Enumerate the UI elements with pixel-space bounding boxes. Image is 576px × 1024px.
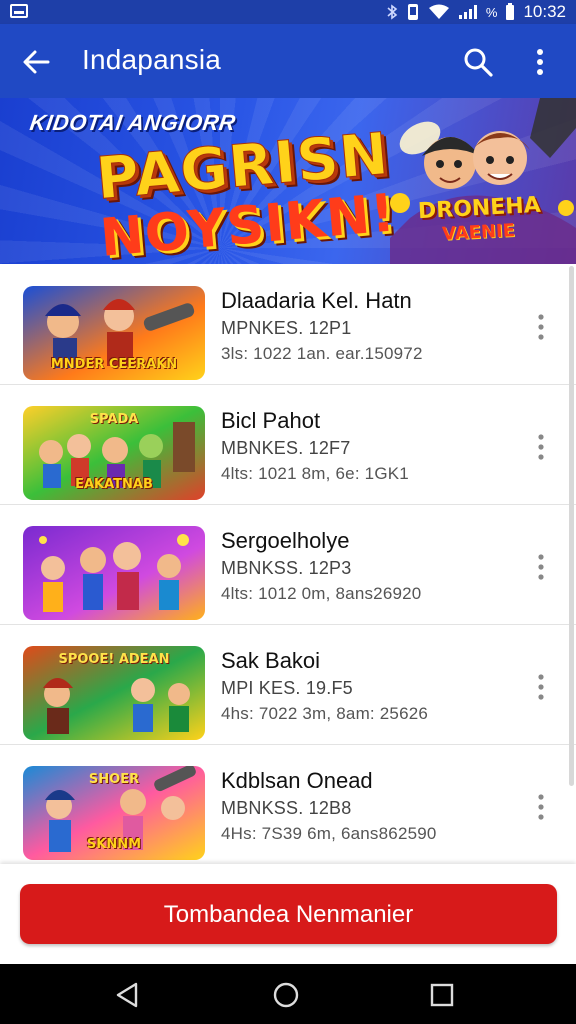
game-thumbnail[interactable]: MNDER CEERAKN xyxy=(23,286,205,380)
arrow-left-icon[interactable] xyxy=(20,46,52,78)
game-meta-line2: 4lts: 1012 0m, 8ans26920 xyxy=(221,584,422,603)
list-item[interactable]: SPOOE! ADEAN Sak Bakoi MPI KES. 19.F5 4h… xyxy=(0,624,576,745)
app-bar: Indapansia xyxy=(0,24,576,98)
game-meta-line2: 3ls: 1022 1an. ear.150972 xyxy=(221,344,423,363)
banner-badge-line1: DRONEHA xyxy=(417,192,542,225)
game-meta-line1: MBNKSS. 12P3 xyxy=(221,558,352,578)
clock: 10:32 xyxy=(523,2,566,21)
notification-icon xyxy=(10,4,28,18)
game-meta-line2: 4hs: 7022 3m, 8am: 25626 xyxy=(221,704,429,723)
thumbnail-caption-top: SPOOE! ADEAN xyxy=(58,652,170,667)
thumbnail-caption-top: SPADA xyxy=(89,412,139,427)
game-meta-line1: MBNKSS. 12B8 xyxy=(221,798,352,818)
thumbnail-caption: SKNNM xyxy=(86,837,142,852)
more-vertical-icon[interactable] xyxy=(530,672,552,702)
status-icons: % 10:32 xyxy=(386,2,566,22)
game-thumbnail[interactable]: SPOOE! ADEAN xyxy=(23,646,205,740)
game-meta-line2: 4lts: 1021 8m, 6e: 1GK1 xyxy=(221,464,409,483)
recents-square-icon[interactable] xyxy=(425,978,459,1012)
list-item[interactable]: SHOER SKNNM Kdblsan Onead MBNKSS. 12B8 4… xyxy=(0,744,576,864)
game-title: Sak Bakoi xyxy=(221,648,321,673)
bluetooth-icon xyxy=(387,4,398,20)
search-icon[interactable] xyxy=(462,46,494,78)
signal-icon xyxy=(458,5,477,19)
game-title: Dlaadaria Kel. Hatn xyxy=(221,288,412,313)
back-triangle-icon[interactable] xyxy=(110,978,144,1012)
game-thumbnail[interactable]: SPADA EAKATNAB xyxy=(23,406,205,500)
page-title: Indapansia xyxy=(82,44,222,75)
more-vertical-icon[interactable] xyxy=(530,432,552,462)
battery-icon xyxy=(506,3,515,20)
scrollbar[interactable] xyxy=(569,266,574,786)
status-bar: % 10:32 xyxy=(0,0,576,24)
more-vertical-icon[interactable] xyxy=(530,46,550,78)
more-vertical-icon[interactable] xyxy=(530,312,552,342)
home-circle-icon[interactable] xyxy=(269,978,303,1012)
primary-action-button[interactable]: Tombandea Nenmanier xyxy=(20,884,557,944)
more-vertical-icon[interactable] xyxy=(530,552,552,582)
game-meta-line1: MBNKES. 12F7 xyxy=(221,438,351,458)
battery-text: % xyxy=(485,4,498,20)
game-title: Kdblsan Onead xyxy=(221,768,373,793)
vibrate-icon xyxy=(407,4,418,20)
thumbnail-caption-top: SHOER xyxy=(88,772,140,787)
thumbnail-art xyxy=(23,526,205,620)
wifi-icon xyxy=(428,4,449,19)
game-list: MNDER CEERAKN Dlaadaria Kel. Hatn MPNKES… xyxy=(0,264,576,864)
thumbnail-caption: MNDER CEERAKN xyxy=(50,357,178,372)
game-title: Sergoelholye xyxy=(221,528,350,553)
game-thumbnail[interactable]: SHOER SKNNM xyxy=(23,766,205,860)
game-meta-line1: MPNKES. 12P1 xyxy=(221,318,352,338)
game-title: Bicl Pahot xyxy=(221,408,321,433)
list-item[interactable]: SPADA EAKATNAB Bicl Pahot MBNKES. 12F7 4… xyxy=(0,384,576,505)
thumbnail-caption: EAKATNAB xyxy=(75,477,153,492)
game-meta-line1: MPI KES. 19.F5 xyxy=(221,678,353,698)
more-vertical-icon[interactable] xyxy=(530,792,552,822)
banner-kicker: KIDOTAI ANGIORR xyxy=(28,110,238,135)
bottom-action-area: Tombandea Nenmanier xyxy=(0,864,576,964)
banner-badge: DRONEHA VAENIE xyxy=(412,192,552,250)
banner-badge-line2: VAENIE xyxy=(441,220,516,245)
list-item[interactable]: Sergoelholye MBNKSS. 12P3 4lts: 1012 0m,… xyxy=(0,504,576,625)
list-item[interactable]: MNDER CEERAKN Dlaadaria Kel. Hatn MPNKES… xyxy=(0,264,576,385)
system-nav-bar xyxy=(0,964,576,1024)
game-thumbnail[interactable] xyxy=(23,526,205,620)
promo-banner[interactable]: KIDOTAI ANGIORR PAGRISN NOYSIKN! DRONEHA… xyxy=(0,98,576,264)
game-meta-line2: 4Hs: 7S39 6m, 6ans862590 xyxy=(221,824,437,843)
